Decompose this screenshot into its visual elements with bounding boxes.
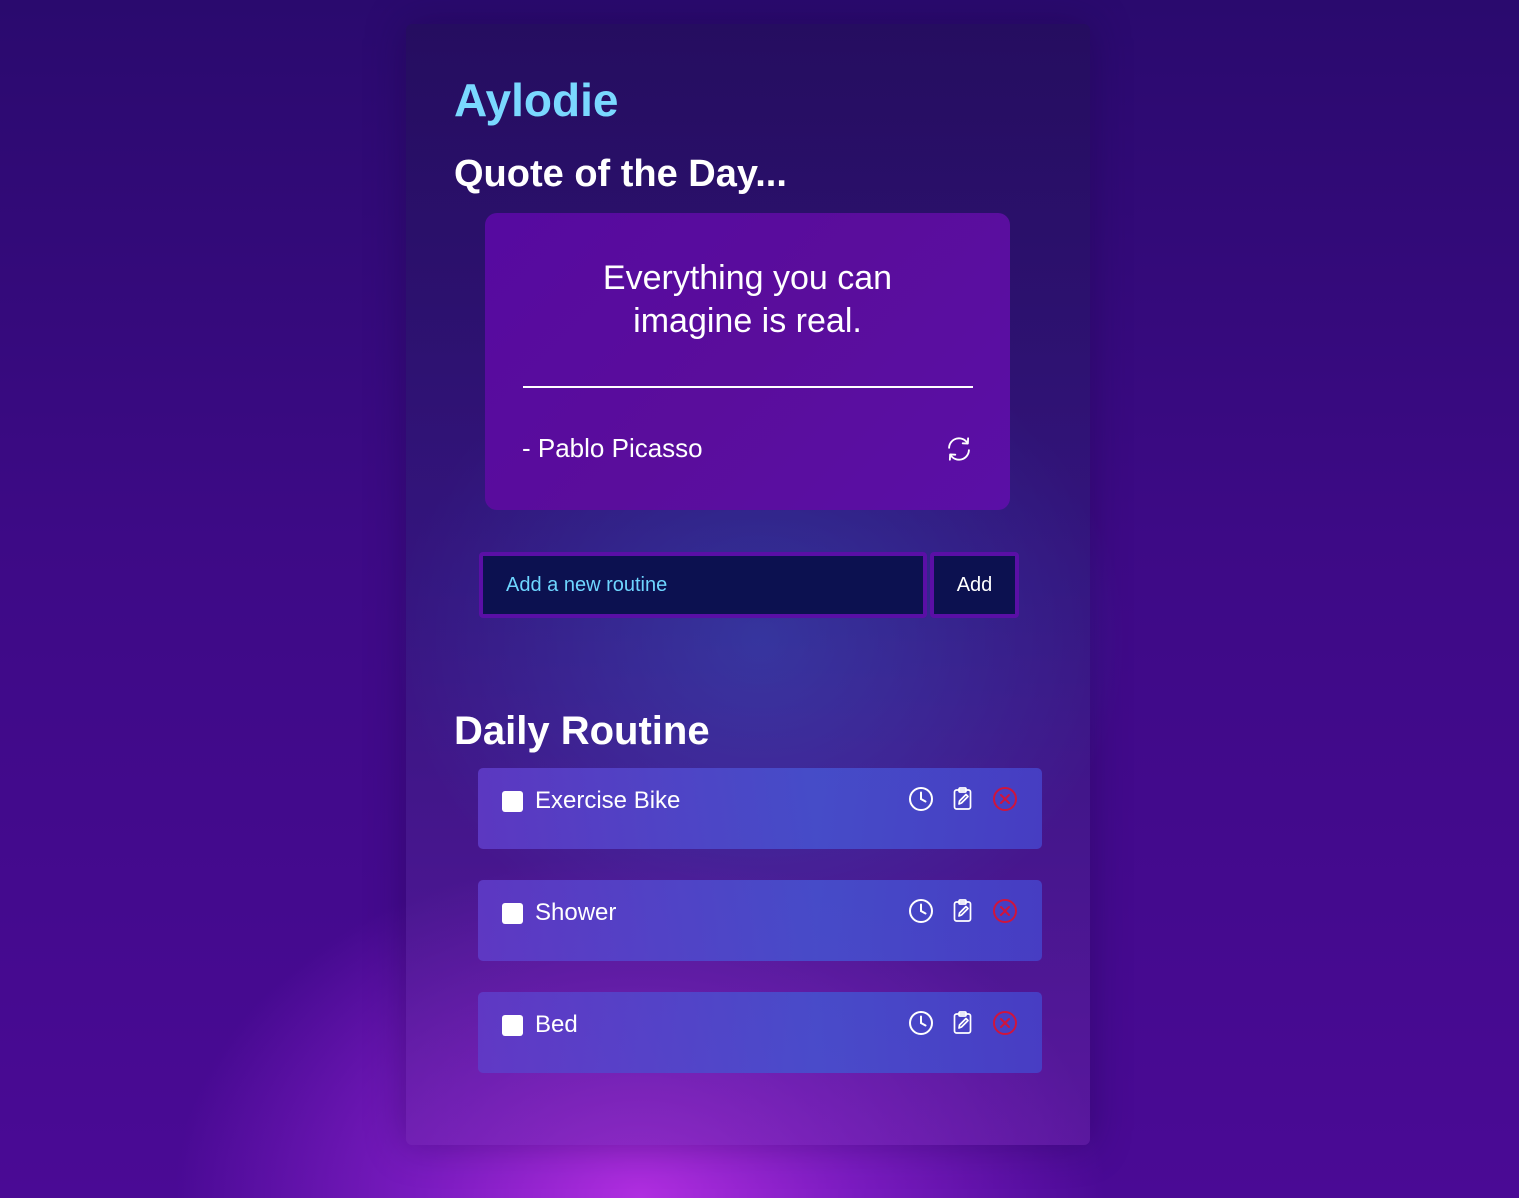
routine-checkbox[interactable]	[502, 903, 523, 924]
edit-clipboard-icon[interactable]	[950, 898, 976, 924]
quote-divider	[523, 386, 973, 388]
routine-checkbox[interactable]	[502, 791, 523, 812]
delete-circle-x-icon[interactable]	[992, 898, 1018, 924]
routine-item: Bed	[478, 992, 1042, 1073]
routine-label: Exercise Bike	[535, 787, 681, 814]
clock-icon[interactable]	[908, 898, 934, 924]
routine-label: Bed	[535, 1011, 578, 1038]
clock-icon[interactable]	[908, 1010, 934, 1036]
brand-title: Aylodie	[454, 74, 619, 126]
quote-card: Everything you can imagine is real. - Pa…	[485, 213, 1010, 510]
add-routine-button[interactable]: Add	[930, 552, 1019, 618]
quote-author: - Pablo Picasso	[522, 433, 703, 463]
routine-item: Shower	[478, 880, 1042, 961]
clock-icon[interactable]	[908, 786, 934, 812]
quote-heading: Quote of the Day...	[454, 153, 787, 195]
routine-checkbox[interactable]	[502, 1015, 523, 1036]
routine-list: Exercise Bike Shower Bed	[478, 768, 1042, 1104]
quote-text: Everything you can imagine is real.	[602, 259, 893, 340]
edit-clipboard-icon[interactable]	[950, 786, 976, 812]
delete-circle-x-icon[interactable]	[992, 1010, 1018, 1036]
daily-routine-heading: Daily Routine	[454, 709, 710, 753]
app-container: Aylodie Quote of the Day... Everything y…	[406, 24, 1090, 1145]
routine-label: Shower	[535, 899, 617, 926]
edit-clipboard-icon[interactable]	[950, 1010, 976, 1036]
routine-item: Exercise Bike	[478, 768, 1042, 849]
new-routine-input[interactable]	[479, 552, 927, 618]
add-routine-form: Add	[479, 552, 1019, 618]
delete-circle-x-icon[interactable]	[992, 786, 1018, 812]
refresh-icon[interactable]	[945, 435, 973, 463]
